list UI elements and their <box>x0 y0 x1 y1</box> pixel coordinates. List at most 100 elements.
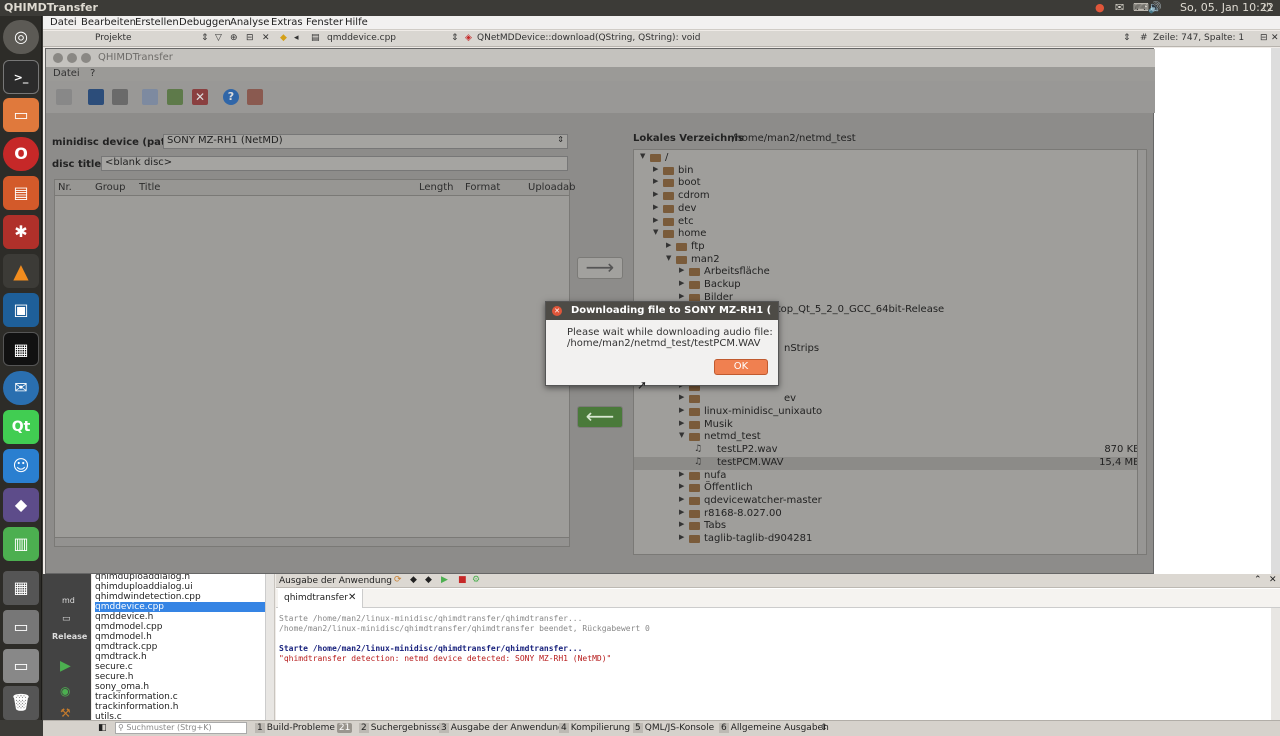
tree-folder-item[interactable]: ▶ Arbeitsfläche <box>634 266 1146 279</box>
open-document-item[interactable]: qmdmodel.h <box>95 632 265 642</box>
open-document-item[interactable]: utils.c <box>95 712 265 720</box>
drive-icon[interactable]: ▭ <box>3 610 39 644</box>
app-close-button[interactable] <box>53 53 63 63</box>
software-center-icon[interactable]: ▤ <box>3 176 39 210</box>
vlc-icon[interactable]: ▲ <box>3 254 39 288</box>
collapse-arrow-icon[interactable]: ▶ <box>679 419 684 427</box>
menu-erstellen[interactable]: Erstellen <box>135 17 179 28</box>
tree-folder-item[interactable]: ▶ ftp <box>634 241 1146 254</box>
dialog-ok-button[interactable]: OK <box>714 359 768 375</box>
open-document-item[interactable]: qmddevice.cpp <box>95 602 265 612</box>
upload-arrow-button[interactable]: ⟶ <box>577 257 623 279</box>
tree-folder-item[interactable]: ▶ cdrom <box>634 190 1146 203</box>
col-length[interactable]: Length <box>419 182 454 193</box>
tree-folder-item[interactable]: ▶ nufa <box>634 470 1146 483</box>
opera-icon[interactable]: O <box>3 137 39 171</box>
clock[interactable]: So, 05. Jan 10:22 <box>1180 1 1274 14</box>
tree-folder-item[interactable]: ▶ etc <box>634 216 1146 229</box>
build-hammer-icon[interactable]: ⚒ <box>60 706 71 720</box>
tree-folder-item[interactable]: ▶ bin <box>634 165 1146 178</box>
collapse-arrow-icon[interactable]: ▶ <box>653 203 658 211</box>
nav-back-icon[interactable]: ◂ <box>294 33 299 43</box>
app-maximize-button[interactable] <box>81 53 91 63</box>
menu-extras[interactable]: Extras <box>271 17 303 28</box>
collapse-arrow-icon[interactable]: ▶ <box>653 177 658 185</box>
collapse-arrow-icon[interactable]: ▶ <box>679 406 684 414</box>
expand-arrow-icon[interactable]: ▼ <box>666 254 671 262</box>
collapse-arrow-icon[interactable]: ▶ <box>653 216 658 224</box>
tree-folder-item[interactable]: ▼ netmd_test <box>634 431 1146 444</box>
editor-scrollbar[interactable] <box>1271 48 1280 574</box>
split-editor-icon[interactable]: ⊟ <box>1260 33 1268 43</box>
open-document-item[interactable]: trackinformation.c <box>95 692 265 702</box>
collapse-arrow-icon[interactable]: ▶ <box>679 482 684 490</box>
download-arrow-button[interactable]: ⟵ <box>577 406 623 428</box>
chat-icon[interactable]: ☺ <box>3 449 39 483</box>
play-icon[interactable]: ▶ <box>441 575 448 585</box>
open-document-item[interactable]: qhimduploaddialog.h <box>95 574 265 582</box>
settings-icon[interactable]: ✱ <box>3 215 39 249</box>
pane-button-3[interactable]: 3 Ausgabe der Anwendung <box>439 723 564 736</box>
menu-fenster[interactable]: Fenster <box>306 17 343 28</box>
pane-button-6[interactable]: 6 Allgemeine Ausgaben <box>719 723 829 736</box>
tree-folder-item[interactable]: ▶ taglib-taglib-d904281 <box>634 533 1146 546</box>
files-icon[interactable]: ▭ <box>3 98 39 132</box>
tree-folder-item[interactable]: ▶ Musik <box>634 419 1146 432</box>
attach-icon[interactable]: ⚙ <box>472 575 480 585</box>
close-editor-icon[interactable]: ✕ <box>1271 33 1279 43</box>
pane-button-4[interactable]: 4 Kompilierung <box>559 723 630 736</box>
device-combobox[interactable]: SONY MZ-RH1 (NetMD) ⇕ <box>163 134 568 149</box>
delete-icon[interactable]: ✕ <box>192 89 208 105</box>
app-menu-datei[interactable]: Datei <box>53 68 80 79</box>
drive-icon-2[interactable]: ▭ <box>3 649 39 683</box>
col-group[interactable]: Group <box>95 182 125 193</box>
menu-hilfe[interactable]: Hilfe <box>345 17 368 28</box>
open-file-selector[interactable]: qmddevice.cpp <box>327 33 396 43</box>
expand-arrow-icon[interactable]: ▼ <box>653 228 658 236</box>
tree-folder-item[interactable]: ▶ Öffentlich <box>634 482 1146 495</box>
open-document-item[interactable]: qmdtrack.cpp <box>95 642 265 652</box>
menu-bearbeiten[interactable]: Bearbeiten <box>81 17 136 28</box>
col-title[interactable]: Title <box>139 182 160 193</box>
dash-icon[interactable]: ◎ <box>3 20 39 54</box>
trash-icon[interactable]: 🗑 <box>3 686 39 720</box>
help-icon[interactable]: ? <box>223 89 239 105</box>
upload-icon[interactable] <box>112 89 128 105</box>
collapse-arrow-icon[interactable]: ▶ <box>679 520 684 528</box>
terminal-icon[interactable]: >_ <box>3 60 39 94</box>
connect-icon[interactable] <box>56 89 72 105</box>
collapse-arrow-icon[interactable]: ▶ <box>679 495 684 503</box>
thunderbird-icon[interactable]: ✉ <box>3 371 39 405</box>
tree-folder-item[interactable]: ▶ Tabs <box>634 520 1146 533</box>
disc-track-table[interactable]: Nr. Group Title Length Format Uploadab <box>54 179 576 547</box>
collapse-arrow-icon[interactable]: ▶ <box>653 165 658 173</box>
tree-folder-item[interactable]: ▶ Backup <box>634 279 1146 292</box>
open-document-item[interactable]: secure.h <box>95 672 265 682</box>
output-scrollbar[interactable] <box>1271 608 1280 720</box>
power-icon[interactable]: ⏻ <box>1263 1 1272 15</box>
monitor-icon[interactable]: ▭ <box>62 614 71 624</box>
app-menu-help[interactable]: ? <box>90 68 95 79</box>
workspace-icon[interactable]: ▦ <box>3 571 39 605</box>
open-document-item[interactable]: qmdtrack.h <box>95 652 265 662</box>
collapse-arrow-icon[interactable]: ▶ <box>679 470 684 478</box>
keyboard-icon[interactable]: ⌨ <box>1133 1 1149 14</box>
tree-folder-item[interactable]: ▶ ev <box>634 393 1146 406</box>
tree-folder-item[interactable]: ▶ qdevicewatcher-master <box>634 495 1146 508</box>
app-minimize-button[interactable] <box>67 53 77 63</box>
tree-folder-item[interactable]: ▼ home <box>634 228 1146 241</box>
toggle-sidebar-icon[interactable]: ◧ <box>98 723 107 733</box>
tree-folder-item[interactable]: ▶ r8168-8.027.00 <box>634 508 1146 521</box>
link-icon[interactable]: ⊕ <box>230 33 238 43</box>
pane-button-5[interactable]: 5 QML/JS-Konsole <box>633 723 714 736</box>
collapse-arrow-icon[interactable]: ▶ <box>679 533 684 541</box>
mode-build[interactable]: Release <box>52 632 87 641</box>
mail-icon[interactable]: ✉ <box>1115 1 1124 14</box>
format-icon[interactable] <box>167 89 183 105</box>
open-document-item[interactable]: qhimdwindetection.cpp <box>95 592 265 602</box>
collapse-arrow-icon[interactable]: ▶ <box>653 190 658 198</box>
output-log[interactable]: Starte /home/man2/linux-minidisc/qhimdtr… <box>279 614 1269 714</box>
code-editor[interactable] <box>1154 48 1280 574</box>
collapse-arrow-icon[interactable]: ▶ <box>679 508 684 516</box>
collapse-arrow-icon[interactable]: ▶ <box>679 393 684 401</box>
